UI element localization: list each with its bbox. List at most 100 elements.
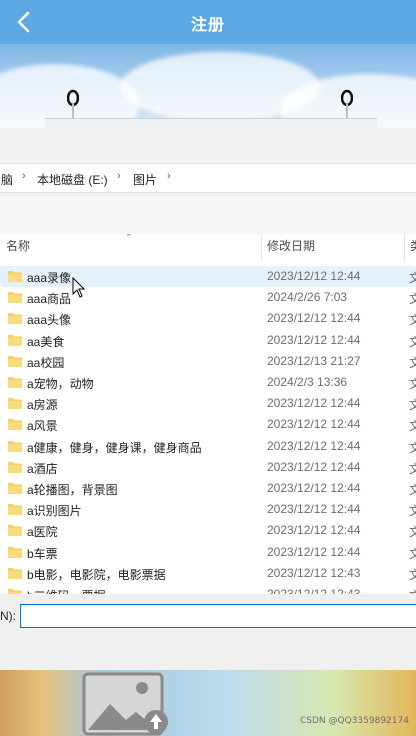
file-type: 文 bbox=[409, 419, 416, 434]
file-name: a宠物，动物 bbox=[27, 377, 94, 391]
file-type: 文 bbox=[409, 504, 416, 519]
file-modified-date: 2023/12/12 12:44 bbox=[267, 502, 361, 517]
command-bar bbox=[0, 196, 416, 234]
file-name: a健康，健身，健身课，健身商品 bbox=[27, 440, 202, 455]
folder-icon bbox=[8, 504, 22, 516]
folder-icon bbox=[8, 525, 22, 537]
file-type: 文 bbox=[409, 587, 416, 594]
file-modified-date: 2023/12/12 12:44 bbox=[267, 269, 361, 283]
folder-icon bbox=[8, 419, 22, 431]
file-name: b电影，电影院，电影票据 bbox=[27, 567, 166, 582]
chevron-right-icon[interactable]: › bbox=[167, 170, 171, 182]
file-modified-date: 2023/12/12 12:44 bbox=[267, 311, 361, 326]
file-modified-date: 2023/12/12 12:44 bbox=[267, 417, 361, 432]
file-row[interactable]: aaa录像 2023/12/12 12:44 文 bbox=[0, 266, 416, 287]
sort-ascending-icon: ⌃ bbox=[125, 234, 133, 242]
breadcrumb-item-computer[interactable]: 脑 bbox=[1, 171, 13, 188]
breadcrumb-item-local-disk[interactable]: 本地磁盘 (E:) bbox=[37, 171, 108, 188]
file-modified-date: 2024/2/3 13:36 bbox=[267, 375, 348, 389]
column-divider[interactable] bbox=[261, 234, 262, 262]
file-row[interactable]: aaa头像 2023/12/12 12:44 文 bbox=[0, 308, 416, 329]
folder-icon bbox=[8, 355, 22, 367]
folder-icon bbox=[8, 398, 22, 410]
file-name: a医院 bbox=[27, 525, 58, 540]
file-type: 文 bbox=[409, 377, 416, 391]
file-type: 文 bbox=[409, 546, 416, 561]
file-modified-date: 2023/12/12 12:44 bbox=[267, 332, 361, 347]
file-name: aa校园 bbox=[27, 355, 65, 370]
file-row[interactable]: aa美食 2023/12/12 12:44 文 bbox=[0, 330, 416, 351]
file-type: 文 bbox=[409, 313, 416, 328]
file-row[interactable]: a健康，健身，健身课，健身商品 2023/12/12 12:44 文 bbox=[0, 436, 416, 457]
file-type: 文 bbox=[409, 567, 416, 582]
watermark: CSDN @QQ3359892174 bbox=[300, 716, 409, 726]
image-upload-icon[interactable] bbox=[82, 672, 172, 736]
folder-icon bbox=[8, 377, 22, 388]
file-row[interactable]: a轮播图，背景图 2023/12/12 12:44 文 bbox=[0, 478, 416, 499]
file-type: 文 bbox=[409, 461, 416, 476]
app-header: 注册 bbox=[0, 0, 416, 44]
folder-icon bbox=[8, 461, 22, 473]
file-name: a识别图片 bbox=[27, 504, 82, 519]
file-row[interactable]: aaa商品 2024/2/26 7:03 文 bbox=[0, 287, 416, 308]
filename-label: N): bbox=[0, 609, 16, 623]
breadcrumb-item-pictures[interactable]: 图片 bbox=[133, 171, 157, 188]
file-modified-date: 2023/12/12 12:43 bbox=[267, 587, 361, 594]
file-modified-date: 2024/2/26 7:03 bbox=[267, 290, 348, 305]
page-title: 注册 bbox=[190, 15, 225, 34]
column-header-date[interactable]: 修改日期 bbox=[267, 234, 315, 264]
file-row[interactable]: b车票 2023/12/12 12:44 文 bbox=[0, 542, 416, 563]
file-type: 文 bbox=[409, 355, 416, 370]
file-name: aaa商品 bbox=[27, 292, 72, 307]
mouse-cursor-icon bbox=[72, 277, 86, 298]
column-divider[interactable] bbox=[404, 234, 405, 262]
file-row[interactable]: aa校园 2023/12/13 21:27 文 bbox=[0, 351, 416, 372]
folder-icon bbox=[8, 334, 22, 346]
file-row[interactable]: a风景 2023/12/12 12:44 文 bbox=[0, 414, 416, 435]
file-name: b车票 bbox=[27, 546, 58, 561]
file-row[interactable]: a酒店 2023/12/12 12:44 文 bbox=[0, 457, 416, 478]
file-name: a轮播图，背景图 bbox=[27, 483, 118, 497]
folder-icon bbox=[8, 567, 22, 579]
file-list: ⌃ 名称 修改日期 类 aaa录像 2023/12/12 12:44 文 aaa商品 2… bbox=[0, 234, 416, 594]
file-type: 文 bbox=[409, 398, 416, 413]
folder-icon bbox=[8, 292, 22, 304]
folder-icon bbox=[8, 546, 22, 558]
folder-icon bbox=[8, 271, 22, 282]
folder-icon bbox=[8, 440, 22, 452]
file-row[interactable]: a识别图片 2023/12/12 12:44 文 bbox=[0, 499, 416, 520]
file-modified-date: 2023/12/12 12:44 bbox=[267, 523, 361, 538]
address-bar[interactable]: 脑 › 本地磁盘 (E:) › 图片 › bbox=[0, 163, 416, 193]
file-type: 文 bbox=[409, 292, 416, 307]
chevron-right-icon[interactable]: › bbox=[117, 170, 121, 182]
file-name: a风景 bbox=[27, 419, 58, 434]
file-type: 文 bbox=[409, 440, 416, 455]
background-image bbox=[0, 44, 416, 128]
file-modified-date: 2023/12/12 12:44 bbox=[267, 396, 361, 411]
file-type: 文 bbox=[409, 271, 416, 285]
chevron-right-icon[interactable]: › bbox=[22, 170, 26, 182]
file-row[interactable]: a房源 2023/12/12 12:44 文 bbox=[0, 393, 416, 414]
file-type: 文 bbox=[409, 334, 416, 349]
folder-icon bbox=[8, 483, 22, 494]
column-header-type[interactable]: 类 bbox=[410, 234, 416, 264]
file-name: aa美食 bbox=[27, 334, 65, 349]
file-name: aaa录像 bbox=[27, 271, 72, 285]
file-modified-date: 2023/12/12 12:44 bbox=[267, 438, 361, 453]
upload-background bbox=[0, 670, 416, 736]
file-row[interactable]: a医院 2023/12/12 12:44 文 bbox=[0, 520, 416, 541]
column-header-name[interactable]: 名称 bbox=[6, 234, 30, 264]
file-name: b二维码，票据 bbox=[27, 587, 106, 594]
file-modified-date: 2023/12/13 21:27 bbox=[267, 353, 361, 368]
file-type: 文 bbox=[409, 525, 416, 540]
file-modified-date: 2023/12/12 12:44 bbox=[267, 459, 361, 474]
file-modified-date: 2023/12/12 12:43 bbox=[267, 565, 361, 580]
file-modified-date: 2023/12/12 12:44 bbox=[267, 544, 361, 559]
file-row[interactable]: a宠物，动物 2024/2/3 13:36 文 bbox=[0, 372, 416, 393]
file-row[interactable]: b电影，电影院，电影票据 2023/12/12 12:43 文 bbox=[0, 563, 416, 584]
file-modified-date: 2023/12/12 12:44 bbox=[267, 481, 361, 495]
file-name: a酒店 bbox=[27, 461, 58, 476]
file-row[interactable]: b二维码，票据 2023/12/12 12:43 文 bbox=[0, 584, 416, 594]
folder-icon bbox=[8, 313, 22, 325]
filename-input[interactable] bbox=[20, 604, 416, 628]
